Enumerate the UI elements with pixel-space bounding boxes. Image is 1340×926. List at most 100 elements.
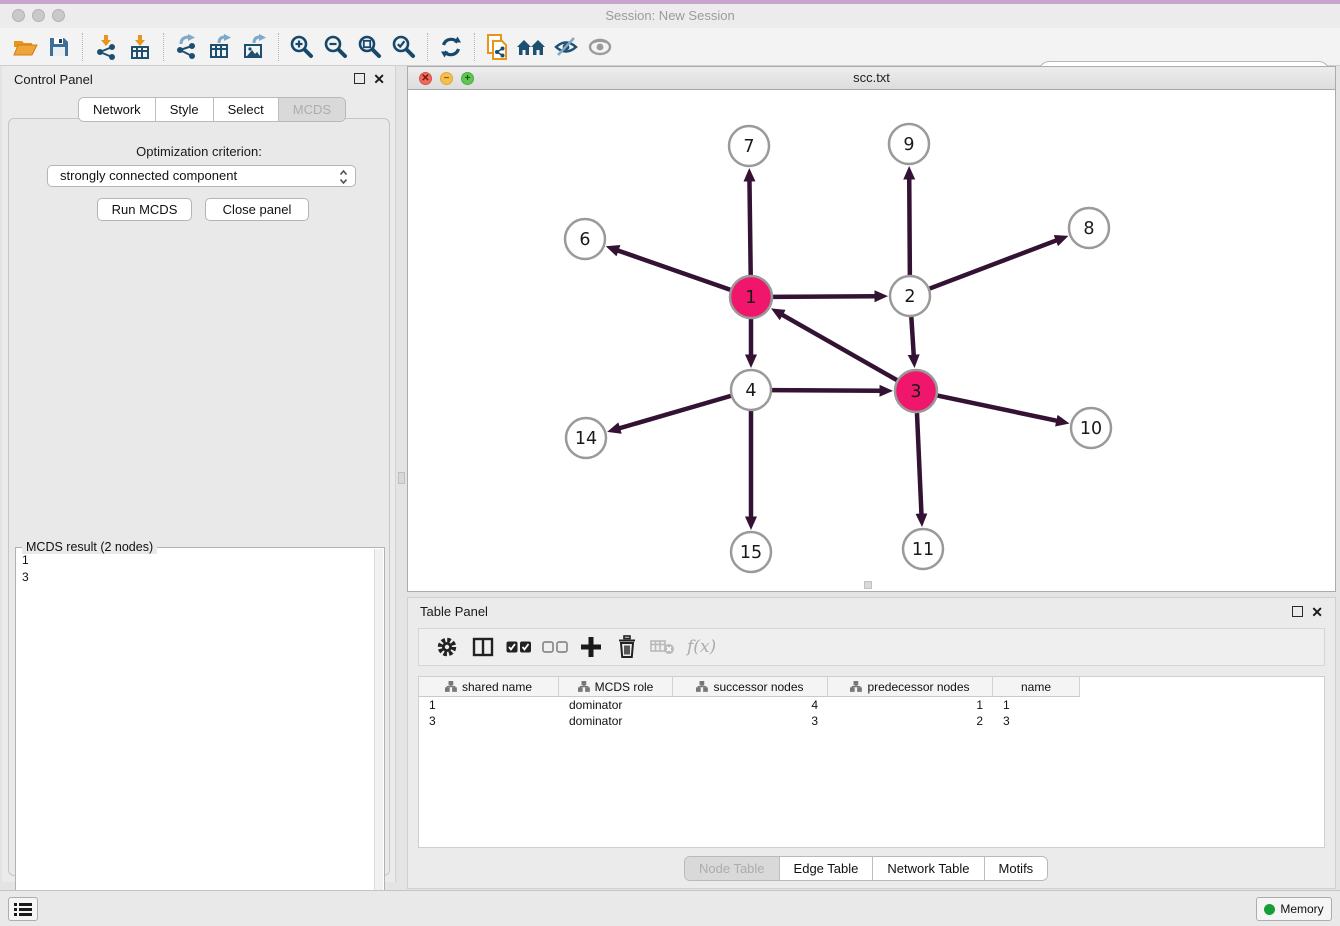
edge-2-9[interactable] bbox=[909, 178, 910, 275]
cell-shared-name[interactable]: 3 bbox=[419, 713, 559, 729]
export-table-icon bbox=[207, 34, 235, 60]
cell-name[interactable]: 3 bbox=[993, 713, 1080, 729]
refresh-button[interactable] bbox=[434, 31, 468, 63]
split-panel-icon bbox=[471, 635, 495, 659]
cell-successor-nodes[interactable]: 3 bbox=[673, 713, 828, 729]
edge-1-6[interactable] bbox=[617, 250, 730, 290]
copy-network-button[interactable] bbox=[481, 31, 515, 63]
table-panel-tabs: Node TableEdge TableNetwork TableMotifs bbox=[684, 856, 1048, 881]
tab-select[interactable]: Select bbox=[214, 98, 279, 121]
open-session-button[interactable] bbox=[8, 31, 42, 63]
import-network-button[interactable] bbox=[89, 31, 123, 63]
edge-2-3[interactable] bbox=[911, 317, 913, 356]
tab-network[interactable]: Network bbox=[79, 98, 156, 121]
toolbar-separator bbox=[278, 33, 279, 61]
cell-MCDS-role[interactable]: dominator bbox=[559, 697, 673, 713]
split-panel-button[interactable] bbox=[465, 631, 501, 663]
function-builder-icon[interactable]: f(x) bbox=[687, 637, 716, 657]
column-header-predecessor-nodes[interactable]: predecessor nodes bbox=[828, 677, 993, 697]
cell-shared-name[interactable]: 1 bbox=[419, 697, 559, 713]
home-button[interactable] bbox=[515, 31, 549, 63]
table-panel-header: Table Panel ✕ bbox=[408, 598, 1335, 624]
result-item[interactable]: 3 bbox=[22, 569, 372, 586]
select-all-icon bbox=[506, 640, 532, 654]
run-mcds-button[interactable]: Run MCDS bbox=[97, 198, 192, 221]
zoom-fit-button[interactable] bbox=[353, 31, 387, 63]
edge-2-8[interactable] bbox=[930, 240, 1058, 288]
column-header-name[interactable]: name bbox=[993, 677, 1080, 697]
panel-divider-handle[interactable] bbox=[398, 472, 405, 484]
tab-node-table[interactable]: Node Table bbox=[685, 857, 780, 880]
table-header-row: shared name MCDS rolesuccessor nodesprede… bbox=[419, 677, 1324, 697]
column-header-MCDS-role[interactable]: MCDS role bbox=[559, 677, 673, 697]
traffic-lights[interactable] bbox=[12, 9, 72, 27]
zoom-in-button[interactable] bbox=[285, 31, 319, 63]
edge-3-11[interactable] bbox=[917, 413, 922, 515]
minimize-view-icon[interactable]: − bbox=[440, 72, 453, 85]
close-view-icon[interactable]: ✕ bbox=[419, 72, 432, 85]
maximize-window-icon[interactable] bbox=[52, 9, 65, 22]
result-item[interactable]: 1 bbox=[22, 552, 372, 569]
edge-3-1[interactable] bbox=[781, 314, 896, 380]
network-canvas[interactable]: 7968124314101511 bbox=[408, 90, 1335, 591]
delete-button[interactable] bbox=[609, 631, 645, 663]
close-panel-icon[interactable]: ✕ bbox=[373, 71, 385, 88]
export-table-button[interactable] bbox=[204, 31, 238, 63]
zoom-out-icon bbox=[323, 34, 349, 60]
edge-4-14[interactable] bbox=[619, 396, 731, 429]
control-panel-tabs: NetworkStyleSelectMCDS bbox=[78, 97, 346, 122]
tab-network-table[interactable]: Network Table bbox=[873, 857, 984, 880]
table-row[interactable]: 3dominator323 bbox=[419, 713, 1324, 729]
column-header-successor-nodes[interactable]: successor nodes bbox=[673, 677, 828, 697]
canvas-scroll-handle[interactable] bbox=[864, 581, 872, 589]
export-network-button[interactable] bbox=[170, 31, 204, 63]
mcds-result-list[interactable]: 13 bbox=[18, 552, 372, 922]
cell-successor-nodes[interactable]: 4 bbox=[673, 697, 828, 713]
edge-1-7[interactable] bbox=[749, 180, 750, 275]
maximize-view-icon[interactable]: + bbox=[461, 72, 474, 85]
close-window-icon[interactable] bbox=[12, 9, 25, 22]
export-image-button[interactable] bbox=[238, 31, 272, 63]
eye-button[interactable] bbox=[583, 31, 617, 63]
column-header-shared-name[interactable]: shared name bbox=[419, 677, 559, 697]
cell-predecessor-nodes[interactable]: 2 bbox=[828, 713, 993, 729]
float-panel-icon[interactable] bbox=[354, 73, 365, 84]
save-session-button[interactable] bbox=[42, 31, 76, 63]
task-history-button[interactable] bbox=[8, 897, 38, 921]
edge-1-2[interactable] bbox=[773, 296, 876, 297]
cell-predecessor-nodes[interactable]: 1 bbox=[828, 697, 993, 713]
tab-edge-table[interactable]: Edge Table bbox=[780, 857, 874, 880]
table-row[interactable]: 1dominator411 bbox=[419, 697, 1324, 713]
node-label-7: 7 bbox=[743, 137, 754, 157]
memory-button[interactable]: Memory bbox=[1256, 897, 1332, 921]
import-network-icon bbox=[93, 34, 119, 60]
minimize-window-icon[interactable] bbox=[32, 9, 45, 22]
result-scrollbar[interactable] bbox=[374, 549, 383, 923]
node-label-14: 14 bbox=[575, 429, 597, 449]
import-table-button[interactable] bbox=[123, 31, 157, 63]
cell-name[interactable]: 1 bbox=[993, 697, 1080, 713]
tab-style[interactable]: Style bbox=[156, 98, 214, 121]
close-panel-icon[interactable]: ✕ bbox=[1311, 604, 1323, 621]
optimization-criterion-dropdown[interactable]: strongly connected component bbox=[47, 165, 356, 187]
hide-style-button[interactable] bbox=[549, 31, 583, 63]
zoom-in-icon bbox=[289, 34, 315, 60]
zoom-out-button[interactable] bbox=[319, 31, 353, 63]
column-label: shared name bbox=[462, 680, 532, 694]
close-panel-button[interactable]: Close panel bbox=[205, 198, 309, 221]
cell-MCDS-role[interactable]: dominator bbox=[559, 713, 673, 729]
gear-button[interactable] bbox=[429, 631, 465, 663]
add-button[interactable] bbox=[573, 631, 609, 663]
edge-4-3[interactable] bbox=[772, 390, 881, 391]
import-table-icon bbox=[127, 34, 153, 60]
zoom-selected-button[interactable] bbox=[387, 31, 421, 63]
tab-mcds[interactable]: MCDS bbox=[279, 98, 345, 121]
node-table[interactable]: shared name MCDS rolesuccessor nodesprede… bbox=[418, 676, 1325, 848]
deselect-all-button[interactable] bbox=[537, 631, 573, 663]
delete-table-button[interactable] bbox=[645, 631, 681, 663]
select-all-button[interactable] bbox=[501, 631, 537, 663]
tab-motifs[interactable]: Motifs bbox=[985, 857, 1048, 880]
network-window-titlebar[interactable]: ✕ − + scc.txt bbox=[408, 67, 1335, 90]
edge-3-10[interactable] bbox=[938, 396, 1058, 421]
float-panel-icon[interactable] bbox=[1292, 606, 1303, 617]
